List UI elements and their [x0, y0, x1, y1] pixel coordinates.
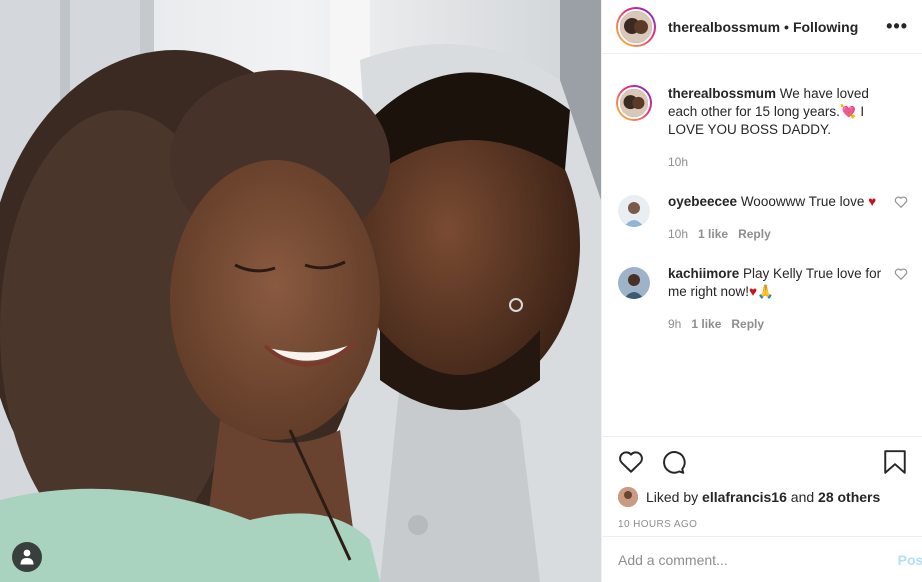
comment-composer: Post: [602, 536, 922, 582]
liker-avatar[interactable]: [618, 487, 638, 507]
comment-row: oyebeecee Wooowww True love ♥ 10h 1 like…: [616, 193, 908, 243]
heart-outline-icon[interactable]: [894, 195, 908, 209]
couple-photo-illustration: [0, 0, 601, 582]
separator-dot: •: [784, 18, 789, 35]
post-timestamp[interactable]: 10 HOURS AGO: [618, 519, 908, 530]
caption-body: therealbossmum We have loved each other …: [668, 85, 896, 171]
author-username[interactable]: therealbossmum: [668, 19, 780, 35]
comment-username[interactable]: oyebeecee: [668, 194, 737, 209]
comment-text: kachiimore Play Kelly True love for me r…: [668, 265, 896, 301]
comment-meta: 10h 1 like Reply: [668, 225, 896, 243]
cupid-heart-emoji: 💘: [839, 104, 857, 119]
comment-username[interactable]: kachiimore: [668, 266, 739, 281]
add-comment-input[interactable]: [618, 551, 898, 568]
heart-emoji: ♥: [749, 284, 758, 299]
comment-body: oyebeecee Wooowww True love ♥ 10h 1 like…: [668, 193, 896, 243]
liked-by-user[interactable]: ellafrancis16: [702, 489, 787, 505]
comment-time[interactable]: 10h: [668, 225, 688, 243]
reply-button[interactable]: Reply: [731, 315, 764, 333]
like-heart-icon[interactable]: [618, 449, 644, 475]
post-side-panel: therealbossmum • Following ••• therealbo…: [601, 0, 922, 582]
avatar-image: [618, 195, 650, 227]
liked-by-line: Liked by ellafrancis16 and 28 others: [618, 487, 908, 507]
comment-row: kachiimore Play Kelly True love for me r…: [616, 265, 908, 333]
liked-by-others[interactable]: 28 others: [818, 489, 880, 505]
avatar-image: [618, 267, 650, 299]
comment-body: kachiimore Play Kelly True love for me r…: [668, 265, 896, 333]
comments-list: therealbossmum We have loved each other …: [602, 55, 922, 435]
commenter-avatar[interactable]: [618, 195, 650, 227]
action-icons: [618, 449, 908, 475]
comment-text-part: Wooowww True love: [737, 194, 869, 209]
liked-by-prefix: Liked by: [646, 489, 699, 505]
caption-time[interactable]: 10h: [668, 153, 688, 171]
author-line: therealbossmum • Following: [668, 19, 858, 35]
heart-emoji: ♥: [868, 194, 877, 209]
avatar-image: [618, 487, 638, 507]
caption-meta: 10h: [668, 153, 896, 171]
caption-username[interactable]: therealbossmum: [668, 86, 776, 101]
comment-meta: 9h 1 like Reply: [668, 315, 896, 333]
comment-bubble-icon[interactable]: [660, 449, 686, 475]
caption-row: therealbossmum We have loved each other …: [616, 85, 908, 171]
tagged-people-button[interactable]: [12, 542, 42, 572]
bookmark-icon[interactable]: [882, 449, 908, 475]
avatar-image: [620, 10, 652, 43]
person-icon: [20, 549, 34, 565]
liked-by-mid: and: [790, 489, 815, 505]
post-comment-button[interactable]: Post: [898, 552, 922, 568]
caption-avatar[interactable]: [616, 85, 652, 121]
commenter-avatar[interactable]: [618, 267, 650, 299]
avatar-image: [620, 89, 648, 117]
post-header: therealbossmum • Following •••: [602, 0, 922, 54]
comment-likes[interactable]: 1 like: [698, 225, 728, 243]
post-actions: Liked by ellafrancis16 and 28 others 10 …: [602, 436, 922, 530]
praying-emoji: 🙏: [757, 284, 774, 299]
post-photo[interactable]: [0, 0, 601, 582]
author-avatar[interactable]: [616, 6, 656, 47]
caption-text: therealbossmum We have loved each other …: [668, 85, 896, 139]
comment-likes[interactable]: 1 like: [691, 315, 721, 333]
reply-button[interactable]: Reply: [738, 225, 771, 243]
following-button[interactable]: Following: [793, 19, 858, 35]
heart-outline-icon[interactable]: [894, 267, 908, 281]
comment-text: oyebeecee Wooowww True love ♥: [668, 193, 896, 211]
comment-time[interactable]: 9h: [668, 315, 681, 333]
more-options-icon[interactable]: •••: [886, 16, 908, 37]
